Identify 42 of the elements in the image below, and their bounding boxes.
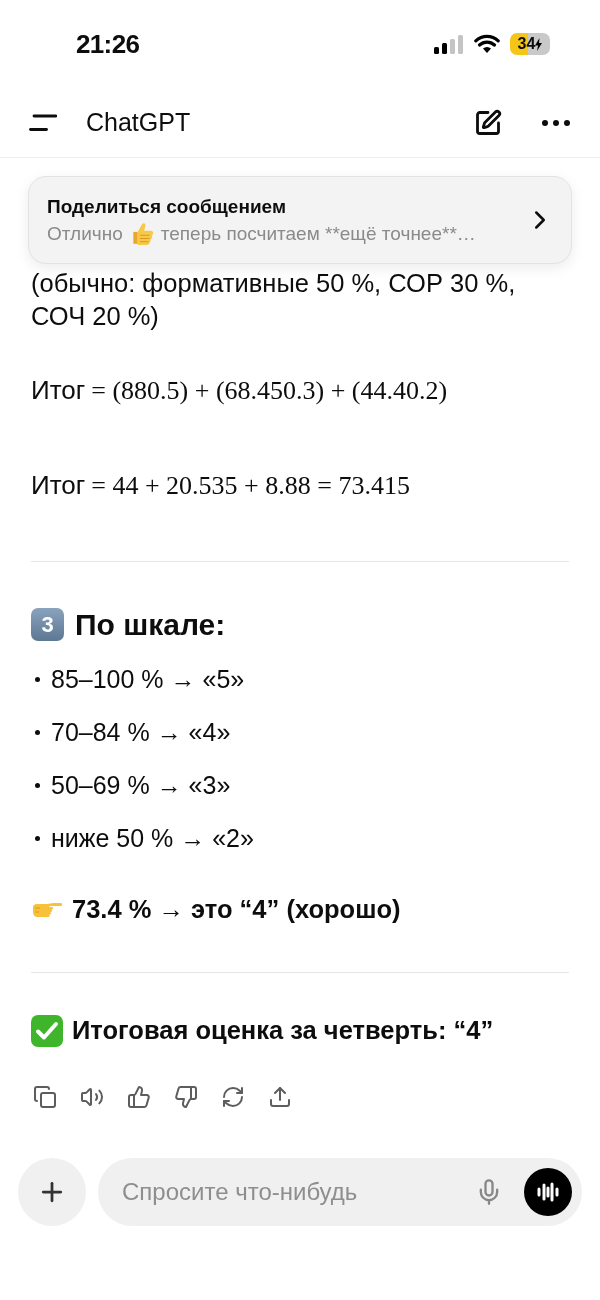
share-button[interactable]: [267, 1084, 292, 1109]
thumbs-up-icon: [126, 1084, 151, 1109]
banner-preview-end: теперь посчитаем **ещё точнее**…: [160, 221, 476, 246]
banner-title: Поделиться сообщением: [47, 195, 286, 219]
scale-item: 85–100 % → «5»: [51, 663, 245, 695]
share-icon: [267, 1084, 292, 1109]
regenerate-button[interactable]: [220, 1084, 245, 1109]
equation-math: = 44 + 20.535 + 8.88 = 73.415: [91, 470, 410, 502]
scale-item: 70–84 % → «4»: [51, 716, 231, 748]
waveform-icon: [537, 1182, 559, 1202]
equation-label: Итог: [31, 374, 86, 407]
share-banner[interactable]: Поделиться сообщением Отлично теперь посчитаем **ещё точнее**…: [28, 176, 572, 264]
section-heading: По шкале:: [75, 606, 226, 643]
refresh-icon: [220, 1084, 245, 1109]
equation-label: Итог: [31, 469, 86, 502]
copy-button[interactable]: [32, 1084, 57, 1109]
more-icon: [542, 119, 570, 126]
check-mark-icon: [31, 1014, 63, 1047]
like-button[interactable]: [126, 1084, 151, 1109]
keycap-badge: 3: [31, 607, 64, 641]
equation-math: = (880.5) + (68.450.3) + (44.40.2): [91, 375, 448, 407]
message-input[interactable]: Спросите что-нибудь: [98, 1158, 582, 1226]
bullet-icon: [35, 783, 40, 788]
wifi-icon: [474, 34, 500, 54]
bullet-icon: [35, 730, 40, 735]
message-paragraph: (обычно: формативные 50 %, СОР 30 %, СОЧ 20 %): [31, 268, 517, 332]
scale-item: 50–69 % → «3»: [51, 769, 231, 801]
banner-preview-start: Отлично: [47, 221, 123, 246]
copy-icon: [32, 1084, 57, 1109]
signal-icon: [434, 34, 464, 54]
bolt-icon: [535, 37, 543, 51]
status-time: 21:26: [76, 27, 140, 61]
bullet-icon: [35, 677, 40, 682]
menu-icon: [29, 113, 57, 132]
final-grade-text: Итоговая оценка за четверть: “4”: [72, 1015, 494, 1047]
dislike-button[interactable]: [173, 1084, 198, 1109]
bullet-icon: [35, 836, 40, 841]
header-title: ChatGPT: [86, 106, 191, 138]
thumbs-down-icon: [173, 1084, 198, 1109]
scale-item: ниже 50 % → «2»: [51, 822, 254, 854]
edit-icon: [474, 108, 502, 137]
conclusion-text: 73.4 % → это “4” (хорошо): [72, 894, 401, 926]
